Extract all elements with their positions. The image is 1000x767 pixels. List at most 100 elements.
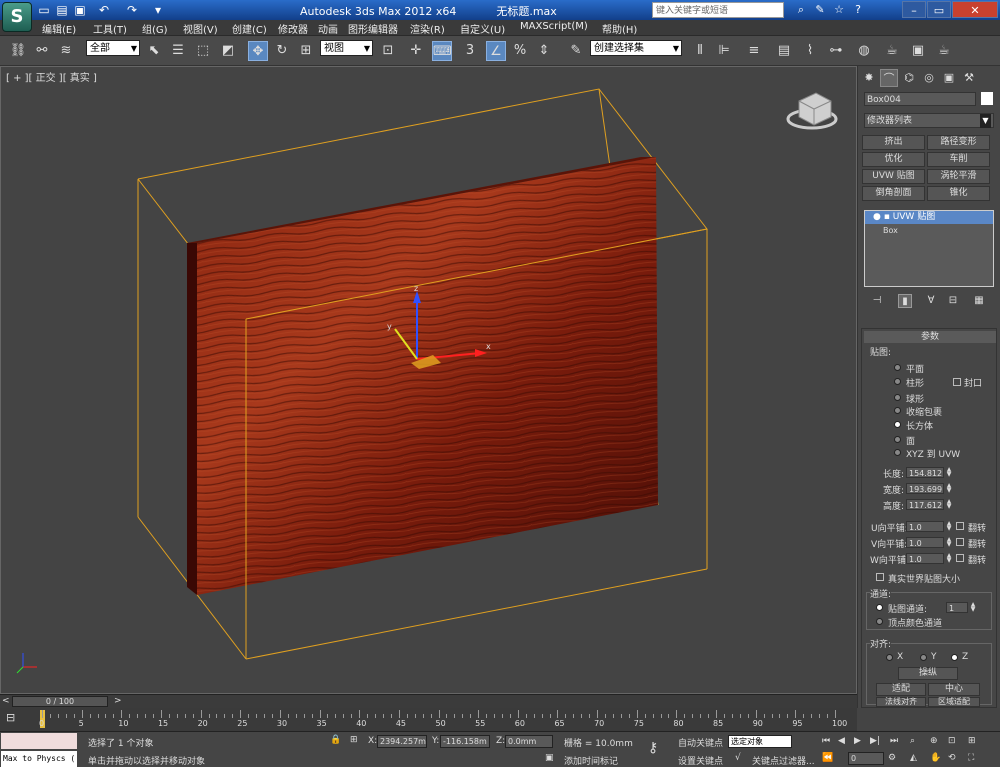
- save-icon[interactable]: ▣: [72, 2, 88, 18]
- maxscript-output[interactable]: Max to Physcs (: [1, 751, 77, 767]
- y-coordinate-field[interactable]: -116.158m: [440, 735, 490, 748]
- modifier-turbosmooth-button[interactable]: 涡轮平滑: [927, 169, 990, 184]
- auto-key-button[interactable]: 自动关键点: [678, 736, 723, 749]
- link-icon[interactable]: ⛓: [8, 41, 28, 61]
- hierarchy-tab-icon[interactable]: ⌬: [900, 69, 918, 87]
- stack-item-uvw-map[interactable]: ● ▪ UVW 贴图: [865, 211, 993, 224]
- modifier-lathe-button[interactable]: 车削: [927, 152, 990, 167]
- height-field[interactable]: 117.612: [906, 499, 944, 510]
- zoom-extents-all-icon[interactable]: ⊞: [968, 736, 976, 746]
- redo-icon[interactable]: ↷: [124, 2, 140, 18]
- select-manipulate-icon[interactable]: ✛: [406, 41, 426, 61]
- map-channel-field[interactable]: 1: [946, 602, 968, 613]
- zoom-icon[interactable]: ⌕: [910, 736, 915, 746]
- tools-icon[interactable]: ✎: [812, 2, 828, 18]
- center-button[interactable]: 中心: [928, 683, 980, 696]
- percent-snap-icon[interactable]: %: [510, 41, 530, 61]
- remove-modifier-icon[interactable]: ⊟: [946, 294, 960, 308]
- v-tile-field[interactable]: 1.0: [906, 537, 944, 548]
- modifier-optimize-button[interactable]: 优化: [862, 152, 925, 167]
- create-tab-icon[interactable]: ✸: [860, 69, 878, 87]
- select-and-scale-icon[interactable]: ⊞: [296, 41, 316, 61]
- manipulate-button[interactable]: 操纵: [898, 667, 958, 680]
- menu-views[interactable]: 视图(V): [183, 21, 218, 36]
- undo-icon[interactable]: ↶: [96, 2, 112, 18]
- key-mode-toggle-icon[interactable]: ⏪: [822, 753, 833, 763]
- make-unique-icon[interactable]: ∀: [924, 294, 938, 308]
- reference-coordinate-dropdown[interactable]: 视图: [320, 40, 373, 56]
- display-tab-icon[interactable]: ▣: [940, 69, 958, 87]
- menu-graph-editors[interactable]: 图形编辑器: [348, 21, 398, 36]
- real-world-map-size-checkbox[interactable]: [876, 573, 884, 581]
- select-object-icon[interactable]: ⬉: [144, 41, 164, 61]
- mirror-icon[interactable]: ⫴: [690, 41, 710, 61]
- time-slider-prev-icon[interactable]: <: [2, 696, 10, 706]
- orbit-icon[interactable]: ⟲: [948, 753, 956, 763]
- play-icon[interactable]: ▶: [854, 736, 861, 746]
- mapping-box-radio[interactable]: [894, 421, 901, 428]
- mapping-xyz-uvw-radio[interactable]: [894, 449, 901, 456]
- fit-button[interactable]: 适配: [876, 683, 926, 696]
- align-y-radio[interactable]: [920, 654, 927, 661]
- align-z-radio[interactable]: [951, 654, 958, 661]
- binoculars-icon[interactable]: ⌕: [793, 2, 809, 18]
- pivot-center-icon[interactable]: ⊡: [378, 41, 398, 61]
- w-tile-field[interactable]: 1.0: [906, 553, 944, 564]
- help-icon[interactable]: ?: [850, 2, 866, 18]
- pan-view-icon[interactable]: ✋: [930, 753, 941, 763]
- render-setup-icon[interactable]: ☕: [882, 41, 902, 61]
- track-bar[interactable]: ⊟ 0 5 10 15 20 25 30 35 40 45 50 55 60 65 70 75 80 85 90 95…: [0, 708, 857, 731]
- key-icon[interactable]: ⚷: [648, 740, 658, 756]
- layer-manager-icon[interactable]: ≡: [744, 41, 764, 61]
- mapping-cylindrical-radio[interactable]: [894, 378, 901, 385]
- modifier-stack[interactable]: ● ▪ UVW 贴图 Box: [864, 210, 994, 287]
- select-and-move-icon[interactable]: ✥: [248, 41, 268, 61]
- cap-checkbox[interactable]: [953, 378, 961, 386]
- modifier-list-dropdown[interactable]: 修改器列表: [864, 113, 994, 128]
- viewport-perspective[interactable]: [ + ][ 正交 ][ 真实 ] z x y: [0, 66, 857, 694]
- bind-space-warp-icon[interactable]: ≋: [56, 41, 76, 61]
- menu-create[interactable]: 创建(C): [232, 21, 267, 36]
- menu-animation[interactable]: 动画: [318, 21, 338, 36]
- zoom-all-icon[interactable]: ⊕: [930, 736, 938, 746]
- render-production-icon[interactable]: ☕: [934, 41, 954, 61]
- rendered-frame-window-icon[interactable]: ▣: [908, 41, 928, 61]
- menu-customize[interactable]: 自定义(U): [460, 21, 505, 36]
- key-mode-dropdown[interactable]: 选定对象: [728, 735, 792, 748]
- mapping-shrinkwrap-radio[interactable]: [894, 407, 901, 414]
- align-x-radio[interactable]: [886, 654, 893, 661]
- key-filters-icon[interactable]: √: [735, 753, 741, 763]
- width-spinner[interactable]: ▲ ▼: [946, 483, 952, 494]
- time-tag-icon[interactable]: ▣: [545, 753, 554, 763]
- field-of-view-icon[interactable]: ◭: [910, 753, 917, 763]
- close-button[interactable]: ✕: [952, 1, 998, 18]
- selection-filter-dropdown[interactable]: 全部: [86, 40, 140, 56]
- v-flip-checkbox[interactable]: [956, 538, 964, 546]
- motion-tab-icon[interactable]: ◎: [920, 69, 938, 87]
- time-slider-thumb[interactable]: 0 / 100: [12, 696, 108, 707]
- z-coordinate-field[interactable]: 0.0mm: [505, 735, 553, 748]
- rect-selection-icon[interactable]: ⬚: [193, 41, 213, 61]
- modify-tab-icon[interactable]: ⌒: [880, 69, 898, 87]
- length-field[interactable]: 154.812: [906, 467, 944, 478]
- new-icon[interactable]: ▭: [36, 2, 52, 18]
- modifier-pathdeform-button[interactable]: 路径变形: [927, 135, 990, 150]
- mapping-spherical-radio[interactable]: [894, 394, 901, 401]
- material-editor-icon[interactable]: ◍: [854, 41, 874, 61]
- maxscript-listener-input[interactable]: [1, 733, 77, 749]
- zoom-extents-icon[interactable]: ⊡: [948, 736, 956, 746]
- modifier-taper-button[interactable]: 锥化: [927, 186, 990, 201]
- minimize-button[interactable]: –: [902, 1, 926, 18]
- configure-modifier-sets-icon[interactable]: ▦: [972, 294, 986, 308]
- curve-editor-icon[interactable]: ⌇: [800, 41, 820, 61]
- key-filters-button[interactable]: 关键点过滤器...: [752, 754, 815, 767]
- open-icon[interactable]: ▤: [54, 2, 70, 18]
- menu-rendering[interactable]: 渲染(R): [410, 21, 445, 36]
- select-by-name-icon[interactable]: ☰: [168, 41, 188, 61]
- normal-align-button[interactable]: 法线对齐: [876, 697, 926, 707]
- height-spinner[interactable]: ▲ ▼: [946, 499, 952, 510]
- maximize-viewport-icon[interactable]: ⛶: [968, 753, 974, 763]
- angle-snap-icon[interactable]: ∠: [486, 41, 506, 61]
- menu-tools[interactable]: 工具(T): [93, 21, 127, 36]
- mini-curve-editor-icon[interactable]: ⊟: [6, 711, 26, 725]
